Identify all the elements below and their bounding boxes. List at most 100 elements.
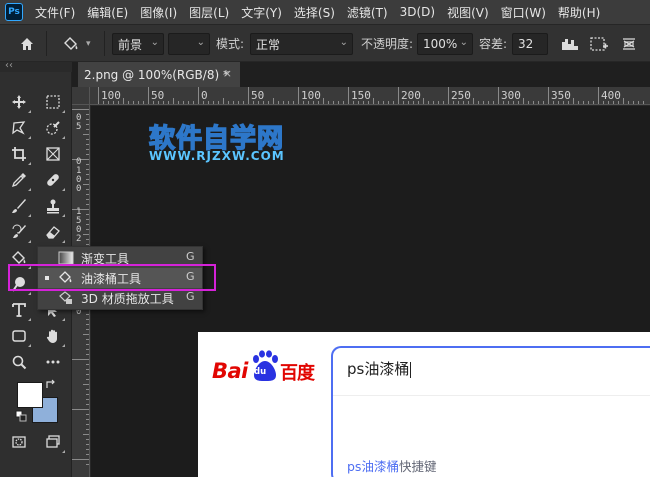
ruler-minor-tick <box>258 101 259 104</box>
more-tools-icon[interactable] <box>40 350 66 374</box>
menu-type[interactable]: 文字(Y) <box>241 4 282 21</box>
menu-image[interactable]: 图像(I) <box>140 4 177 21</box>
document-tab[interactable]: 2.png @ 100%(RGB/8) * × <box>78 62 240 87</box>
hand-tool-icon[interactable] <box>40 324 66 348</box>
ruler-minor-tick <box>86 214 89 215</box>
ruler-minor-tick <box>86 189 89 190</box>
ruler-label: 5 <box>76 122 82 132</box>
history-brush-tool-icon[interactable] <box>6 220 32 244</box>
menu-file[interactable]: 文件(F) <box>35 4 75 21</box>
ruler-minor-tick <box>613 101 614 104</box>
ruler-minor-tick <box>428 101 429 104</box>
ruler-minor-tick <box>518 101 519 104</box>
ruler-minor-tick <box>83 234 89 235</box>
ruler-minor-tick <box>328 101 329 104</box>
ruler-minor-tick <box>72 109 89 110</box>
ruler-minor-tick <box>383 101 384 104</box>
ruler-minor-tick <box>573 98 574 104</box>
contiguous-icon[interactable] <box>586 32 612 56</box>
opacity-field[interactable]: 100% ⌄ <box>417 33 473 55</box>
ruler-minor-tick <box>413 101 414 104</box>
ruler-minor-tick <box>86 364 89 365</box>
menu-3d[interactable]: 3D(D) <box>400 5 435 19</box>
ruler-minor-tick <box>72 409 89 410</box>
text-caret <box>410 361 412 378</box>
healing-brush-tool-icon[interactable] <box>40 168 66 192</box>
preset-chevron-down-icon[interactable]: ▾ <box>86 25 91 62</box>
default-colors-icon[interactable] <box>14 409 28 423</box>
home-icon[interactable] <box>14 32 40 56</box>
ruler-minor-tick <box>423 98 424 104</box>
paint-bucket-preset-icon[interactable] <box>58 32 84 56</box>
search-input[interactable]: ps油漆桶 ps油漆桶快捷键 <box>331 346 650 477</box>
collapse-panel-icon[interactable]: ‹‹ <box>5 60 13 71</box>
ruler-minor-tick <box>618 101 619 104</box>
opacity-label: 不透明度: <box>361 37 414 51</box>
type-tool-icon[interactable] <box>6 298 32 322</box>
ruler-minor-tick <box>503 101 504 104</box>
eraser-tool-icon[interactable] <box>40 220 66 244</box>
baidu-logo[interactable]: Bai du 百度 <box>212 350 322 390</box>
close-icon[interactable]: × <box>223 67 232 80</box>
ruler-minor-tick <box>193 101 194 104</box>
quick-mask-icon[interactable] <box>6 430 32 454</box>
tolerance-field[interactable]: 32 <box>512 33 548 55</box>
lasso-tool-icon[interactable] <box>6 116 32 140</box>
menu-window[interactable]: 窗口(W) <box>501 4 546 21</box>
menu-help[interactable]: 帮助(H) <box>558 4 600 21</box>
eyedropper-tool-icon[interactable] <box>6 168 32 192</box>
ruler-origin[interactable] <box>72 87 90 105</box>
ruler-minor-tick <box>86 394 89 395</box>
chevron-down-icon: ⌄ <box>339 37 348 48</box>
menu-layer[interactable]: 图层(L) <box>189 4 229 21</box>
ruler-minor-tick <box>118 101 119 104</box>
brush-tool-icon[interactable] <box>6 194 32 218</box>
ruler-minor-tick <box>603 101 604 104</box>
ruler-minor-tick <box>86 449 89 450</box>
ruler-minor-tick <box>83 384 89 385</box>
ruler-major-tick <box>448 87 449 104</box>
crop-tool-icon[interactable] <box>6 142 32 166</box>
clone-stamp-tool-icon[interactable] <box>40 194 66 218</box>
watermark-url: WWW.RJZXW.COM <box>149 149 285 163</box>
ruler-minor-tick <box>213 101 214 104</box>
ruler-minor-tick <box>433 101 434 104</box>
ruler-minor-tick <box>323 98 324 104</box>
ruler-minor-tick <box>628 101 629 104</box>
ruler-minor-tick <box>86 339 89 340</box>
ruler-minor-tick <box>86 179 89 180</box>
menu-view[interactable]: 视图(V) <box>447 4 489 21</box>
menu-filter[interactable]: 滤镜(T) <box>347 4 388 21</box>
ruler-minor-tick <box>113 101 114 104</box>
flyout-item-material-drop[interactable]: 3D 材质拖放工具 G <box>38 288 202 308</box>
zoom-tool-icon[interactable] <box>6 350 32 374</box>
rectangle-tool-icon[interactable] <box>6 324 32 348</box>
swap-colors-icon[interactable] <box>44 378 58 392</box>
quick-selection-tool-icon[interactable] <box>40 116 66 140</box>
baidu-logo-text: 百度 <box>280 363 315 384</box>
ruler-minor-tick <box>593 101 594 104</box>
frame-tool-icon[interactable] <box>40 142 66 166</box>
ruler-minor-tick <box>86 419 89 420</box>
anti-alias-icon[interactable] <box>557 32 583 56</box>
ruler-minor-tick <box>623 98 624 104</box>
ruler-minor-tick <box>86 139 89 140</box>
ruler-minor-tick <box>208 101 209 104</box>
ruler-minor-tick <box>633 101 634 104</box>
search-suggestion[interactable]: ps油漆桶快捷键 <box>347 456 436 475</box>
pattern-select[interactable]: ⌄ <box>168 33 210 55</box>
screen-mode-icon[interactable] <box>40 430 66 454</box>
move-tool-icon[interactable] <box>6 90 32 114</box>
ruler-minor-tick <box>86 164 89 165</box>
ruler-minor-tick <box>108 101 109 104</box>
all-layers-icon[interactable] <box>616 32 642 56</box>
foreground-color-swatch[interactable] <box>17 382 43 408</box>
marquee-tool-icon[interactable] <box>40 90 66 114</box>
horizontal-ruler[interactable]: 100 50 0 50 100 150 200 250 300 350 400 <box>90 87 650 105</box>
ruler-label: 2 <box>76 234 82 244</box>
photoshop-logo-icon[interactable]: Ps <box>5 3 23 21</box>
mode-select[interactable]: 正常 ⌄ <box>250 33 353 55</box>
menu-edit[interactable]: 编辑(E) <box>87 4 128 21</box>
menu-select[interactable]: 选择(S) <box>294 4 335 21</box>
fill-source-select[interactable]: 前景 ⌄ <box>112 33 164 55</box>
